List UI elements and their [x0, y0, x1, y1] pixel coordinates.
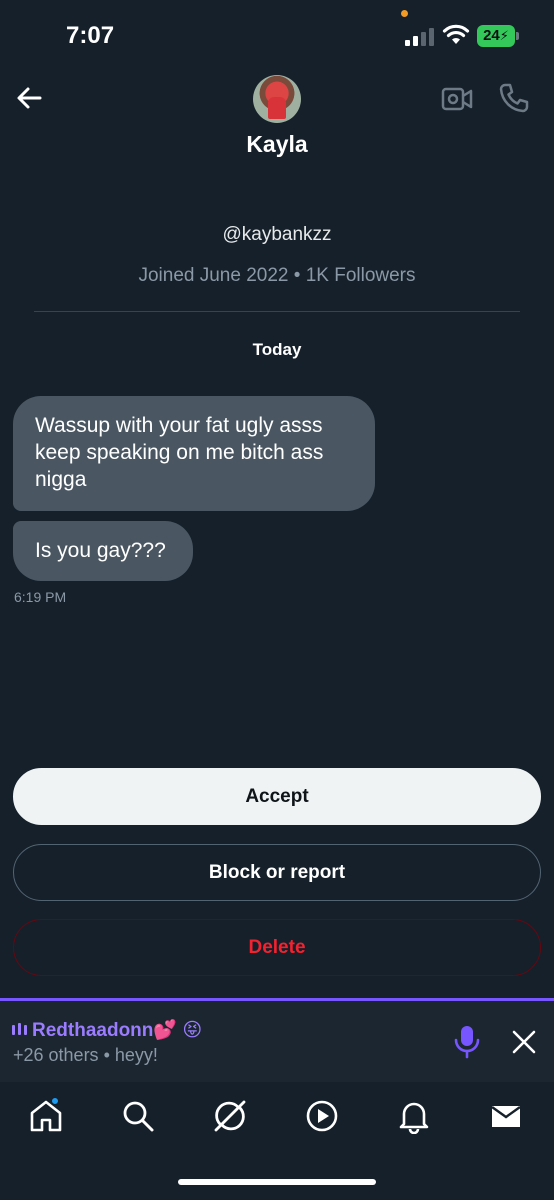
space-host: Redthaadonn💕 😝 [12, 1018, 202, 1042]
message-bubble[interactable]: Wassup with your fat ugly asss keep spea… [13, 396, 375, 511]
cellular-signal-icon [405, 28, 434, 46]
block-or-report-button[interactable]: Block or report [13, 844, 541, 901]
notification-dot [50, 1096, 60, 1106]
back-button[interactable] [14, 82, 46, 114]
profile-meta: Joined June 2022 • 1K Followers [138, 265, 416, 286]
microphone-icon [454, 1026, 480, 1059]
status-time: 7:07 [66, 22, 115, 49]
message-timestamp: 6:19 PM [14, 589, 67, 605]
contact-name[interactable]: Kayla [0, 131, 554, 158]
close-icon [512, 1030, 536, 1054]
nav-search[interactable] [120, 1098, 156, 1134]
live-audio-icon [12, 1023, 27, 1035]
nav-messages[interactable] [488, 1098, 524, 1134]
play-icon [306, 1100, 338, 1132]
space-subtitle: +26 others • heyy! [13, 1045, 158, 1065]
arrow-left-icon [17, 87, 42, 109]
space-mic-button[interactable] [452, 1025, 482, 1059]
battery-tip [516, 32, 519, 40]
voice-call-button[interactable] [498, 82, 530, 114]
close-space-button[interactable] [511, 1029, 537, 1055]
bottom-nav [0, 1082, 554, 1200]
nav-grok[interactable] [212, 1098, 248, 1134]
home-indicator[interactable] [178, 1179, 376, 1185]
nav-notifications[interactable] [396, 1098, 432, 1135]
profile-handle[interactable]: @kaybankzz [0, 224, 554, 246]
accept-button[interactable]: Accept [13, 768, 541, 825]
space-host-name: Redthaadonn💕 😝 [32, 1020, 203, 1041]
wifi-icon [442, 24, 470, 44]
nav-home[interactable] [28, 1096, 64, 1134]
search-icon [123, 1101, 154, 1132]
divider [34, 311, 520, 312]
battery-indicator: 24⚡ [477, 25, 515, 47]
video-camera-icon [441, 87, 473, 111]
nav-video[interactable] [304, 1098, 340, 1134]
video-call-button[interactable] [441, 84, 473, 114]
delete-button[interactable]: Delete [13, 919, 541, 976]
envelope-icon [491, 1106, 521, 1127]
charging-bolt-icon: ⚡ [499, 28, 509, 43]
mic-in-use-indicator [401, 10, 408, 17]
status-bar: 7:07 24⚡ [0, 0, 554, 70]
phone-icon [499, 83, 529, 113]
battery-level: 24 [483, 27, 500, 44]
date-label: Today [252, 340, 302, 359]
bell-icon [399, 1102, 429, 1135]
grok-icon [214, 1100, 246, 1132]
avatar[interactable] [253, 75, 301, 123]
message-bubble[interactable]: Is you gay??? [13, 521, 193, 581]
live-space-bar[interactable]: Redthaadonn💕 😝 +26 others • heyy! [0, 998, 554, 1082]
